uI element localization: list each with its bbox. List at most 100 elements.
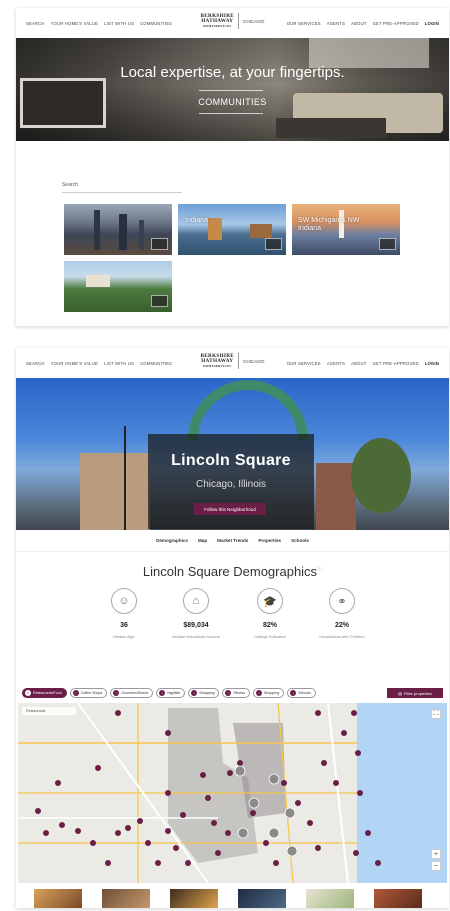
nav-link-services[interactable]: OUR SERVICES (287, 361, 321, 366)
filter-chip-schools[interactable]: • Schools (287, 688, 317, 698)
coffee-icon: • (72, 690, 79, 696)
zoom-out-icon[interactable]: − (431, 861, 441, 871)
house-icon: ⌂ (183, 588, 209, 614)
neighborhood-map[interactable]: Restaurants ⛶ + − (18, 703, 447, 883)
login-link[interactable]: LOGIN (425, 21, 439, 26)
community-tile-northwest[interactable] (64, 261, 172, 312)
nav-link-home-value[interactable]: YOUR HOME'S VALUE (51, 21, 98, 26)
nav-link-home-value[interactable]: YOUR HOME'S VALUE (51, 361, 98, 366)
stat-median-age: ☺ 36 Median Age (94, 588, 154, 639)
subnav-map[interactable]: Map (198, 538, 207, 543)
nav-link-agents[interactable]: AGENTS (327, 21, 345, 26)
hero-streetlight (124, 426, 126, 530)
nav-left-links: SEARCH YOUR HOME'S VALUE LIST WITH US CO… (26, 361, 172, 366)
nav-link-communities[interactable]: COMMUNITIES (140, 361, 172, 366)
top-navigation: SEARCH YOUR HOME'S VALUE LIST WITH US CO… (16, 8, 449, 38)
stat-label: College Educated (254, 634, 286, 639)
stat-value: 36 (120, 622, 128, 629)
nav-link-search[interactable]: SEARCH (26, 21, 45, 26)
nav-right-links: OUR SERVICES AGENTS ABOUT GET PRE-APPROV… (287, 21, 439, 26)
thumbnail-image[interactable] (102, 889, 150, 908)
tile-badge (379, 238, 396, 250)
thumbnail-image[interactable] (238, 889, 286, 908)
chip-label: Restaurants/Food (33, 691, 62, 695)
bag-icon: • (256, 690, 263, 696)
neighborhood-page-card: SEARCH YOUR HOME'S VALUE LIST WITH US CO… (16, 348, 449, 908)
building-shape (250, 224, 272, 238)
brand-logo[interactable]: BERKSHIRE HATHAWAY HOMESERVICES CHICAGO (201, 353, 265, 369)
nav-link-list-with-us[interactable]: LIST WITH US (104, 21, 134, 26)
nav-link-about[interactable]: ABOUT (351, 21, 366, 26)
thumbnail-image[interactable] (34, 889, 82, 908)
follow-neighborhood-button[interactable]: Follow this Neighborhood (194, 503, 266, 515)
filter-chip-restaurants[interactable]: ✕ Restaurants/Food (22, 688, 67, 698)
stat-value: $89,034 (183, 622, 209, 629)
stat-value: 82% (262, 622, 277, 629)
nav-link-communities[interactable]: COMMUNITIES (140, 21, 172, 26)
community-tile-indiana[interactable]: Indiana (178, 204, 286, 255)
logo-line: HOMESERVICES (203, 363, 232, 368)
thumbnail-image[interactable] (306, 889, 354, 908)
subnav-demographics[interactable]: Demographics (156, 538, 188, 543)
communities-heading: COMMUNITIES (198, 97, 267, 107)
tile-badge (265, 238, 282, 250)
subnav-properties[interactable]: Properties (258, 538, 281, 543)
thumbnail-image[interactable] (374, 889, 422, 908)
hero-tree (351, 438, 411, 513)
tile-badge (151, 238, 168, 250)
login-link[interactable]: LOGIN (425, 361, 439, 366)
filter-chip-coffee[interactable]: • Coffee Shops (69, 688, 108, 698)
nav-link-preapproved[interactable]: GET PRE-APPROVED (373, 21, 419, 26)
logo-divider (238, 13, 240, 29)
subnav-market-trends[interactable]: Market Trends (217, 538, 248, 543)
filter-chip-nightlife[interactable]: • Nightlife (156, 688, 186, 698)
community-tile-chicago[interactable] (64, 204, 172, 255)
hero-divider (199, 113, 263, 114)
filter-chip-shopping[interactable]: • Shopping (188, 688, 220, 698)
fullscreen-icon[interactable]: ⛶ (431, 709, 441, 719)
demographics-heading: Lincoln Square Demographicsⓘ (16, 564, 449, 579)
building-shape (208, 218, 222, 240)
filter-chip-fitness[interactable]: • Fitness (222, 688, 251, 698)
chip-label: Groceries/Stores (121, 691, 149, 695)
info-icon[interactable]: ⓘ (317, 567, 322, 573)
chip-label: Shopping (199, 691, 215, 695)
chip-label: Coffee Shops (80, 691, 103, 695)
community-tile-michigan[interactable]: SW Michigan & NW Indiana (292, 204, 400, 255)
nav-link-agents[interactable]: AGENTS (327, 361, 345, 366)
tile-label: Indiana (185, 217, 208, 224)
glass-icon: • (159, 690, 166, 696)
filter-chip-groceries[interactable]: • Groceries/Stores (110, 688, 154, 698)
map-layer-tab[interactable]: Restaurants (22, 707, 76, 715)
hero-building (80, 453, 150, 530)
logo-line: HATHAWAY (201, 357, 234, 364)
logo-line: HOMESERVICES (203, 23, 232, 28)
section-subnav: Demographics Map Market Trends Propertie… (16, 530, 449, 552)
house-shape (86, 275, 110, 287)
hero-title: Local expertise, at your fingertips. (120, 64, 345, 81)
skyline-shape (94, 210, 100, 250)
logo-city: CHICAGO (243, 18, 265, 24)
nav-link-list-with-us[interactable]: LIST WITH US (104, 361, 134, 366)
filter-chip-shopping-2[interactable]: • Shopping (253, 688, 285, 698)
brand-logo[interactable]: BERKSHIRE HATHAWAY HOMESERVICES CHICAGO (201, 13, 265, 29)
cart-icon: • (113, 690, 120, 696)
zoom-in-icon[interactable]: + (431, 849, 441, 859)
subnav-schools[interactable]: Schools (291, 538, 309, 543)
chip-label: Shopping (264, 691, 280, 695)
logo-wordmark: BERKSHIRE HATHAWAY HOMESERVICES (201, 353, 235, 369)
fork-icon: ✕ (25, 690, 31, 696)
filter-properties-button[interactable]: ▤ Filter properties (387, 688, 443, 698)
nav-link-search[interactable]: SEARCH (26, 361, 45, 366)
nav-link-services[interactable]: OUR SERVICES (287, 21, 321, 26)
place-thumbnails (34, 889, 441, 908)
search-input[interactable]: Search (62, 182, 182, 188)
chip-label: Nightlife (167, 691, 181, 695)
chip-label: Schools (298, 691, 312, 695)
logo-line: HATHAWAY (201, 17, 234, 24)
nav-link-about[interactable]: ABOUT (351, 361, 366, 366)
nav-right-links: OUR SERVICES AGENTS ABOUT GET PRE-APPROV… (287, 361, 439, 366)
community-search[interactable]: Search (62, 182, 182, 193)
thumbnail-image[interactable] (170, 889, 218, 908)
nav-link-preapproved[interactable]: GET PRE-APPROVED (373, 361, 419, 366)
